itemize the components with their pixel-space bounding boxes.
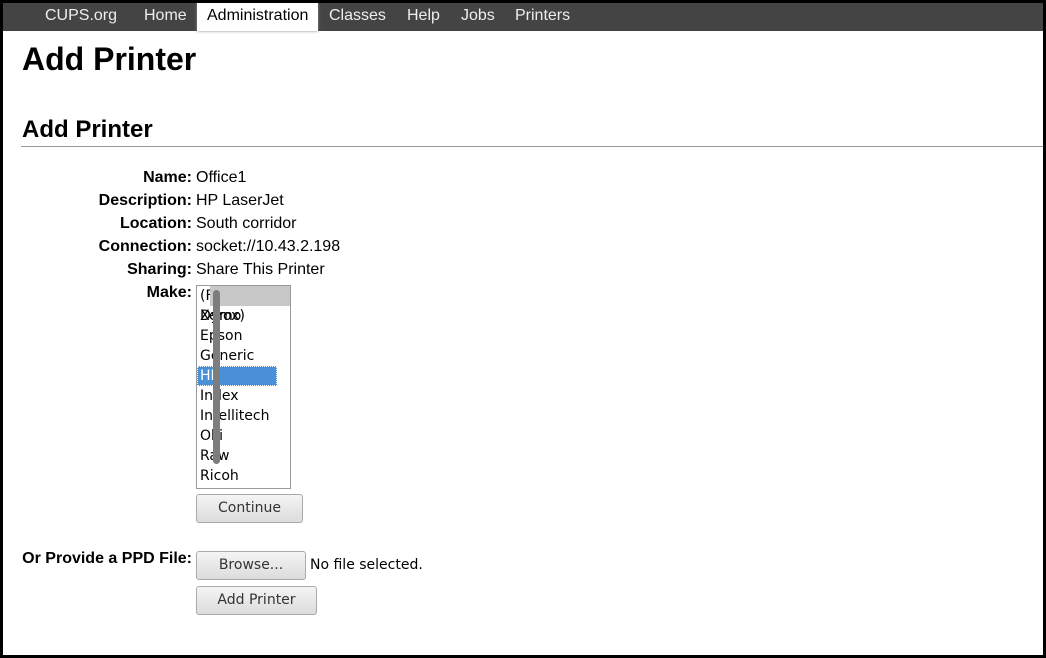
nav-cups-org[interactable]: CUPS.org xyxy=(45,3,117,31)
connection-value: socket://10.43.2.198 xyxy=(196,238,341,255)
name-value: Office1 xyxy=(196,169,247,186)
make-option[interactable]: Epson xyxy=(197,326,277,346)
nav-administration[interactable]: Administration xyxy=(197,3,319,31)
nav-classes[interactable]: Classes xyxy=(329,3,386,31)
make-option[interactable]: Generic xyxy=(197,346,277,366)
make-option[interactable]: Oki xyxy=(197,426,277,446)
make-listbox[interactable]: (Fuji Xerox) Dymo Epson Generic HP Index… xyxy=(196,285,291,489)
description-value: HP LaserJet xyxy=(196,192,284,209)
description-label: Description: xyxy=(98,192,192,209)
sharing-label: Sharing: xyxy=(127,261,192,278)
make-option[interactable]: Raw xyxy=(197,446,277,466)
sharing-value: Share This Printer xyxy=(196,261,325,278)
location-value: South corridor xyxy=(196,215,297,232)
add-printer-button[interactable]: Add Printer xyxy=(196,586,317,615)
make-option[interactable]: Index xyxy=(197,386,277,406)
page-title: Add Printer xyxy=(22,41,197,77)
listbox-scrollbar[interactable] xyxy=(210,286,290,464)
top-nav: CUPS.org Home Administration Classes Hel… xyxy=(3,3,1043,31)
location-label: Location: xyxy=(120,215,192,232)
make-option[interactable]: Intellitech xyxy=(197,406,277,426)
connection-label: Connection: xyxy=(98,238,192,255)
divider xyxy=(21,146,1043,147)
make-option-selected[interactable]: HP xyxy=(197,366,277,386)
nav-jobs[interactable]: Jobs xyxy=(461,3,495,31)
nav-help[interactable]: Help xyxy=(407,3,440,31)
section-title: Add Printer xyxy=(22,116,153,143)
browse-button[interactable]: Browse... xyxy=(196,551,306,580)
scrollbar-thumb[interactable] xyxy=(213,290,220,464)
make-option[interactable]: Dymo xyxy=(197,306,277,326)
browser-page: CUPS.org Home Administration Classes Hel… xyxy=(3,3,1043,655)
ppd-label: Or Provide a PPD File: xyxy=(22,550,192,567)
name-label: Name: xyxy=(143,169,192,186)
make-option[interactable]: Ricoh xyxy=(197,466,277,486)
nav-home[interactable]: Home xyxy=(144,3,187,31)
make-label: Make: xyxy=(146,284,192,301)
nav-printers[interactable]: Printers xyxy=(515,3,570,31)
continue-button[interactable]: Continue xyxy=(196,494,303,523)
file-status: No file selected. xyxy=(310,557,423,573)
